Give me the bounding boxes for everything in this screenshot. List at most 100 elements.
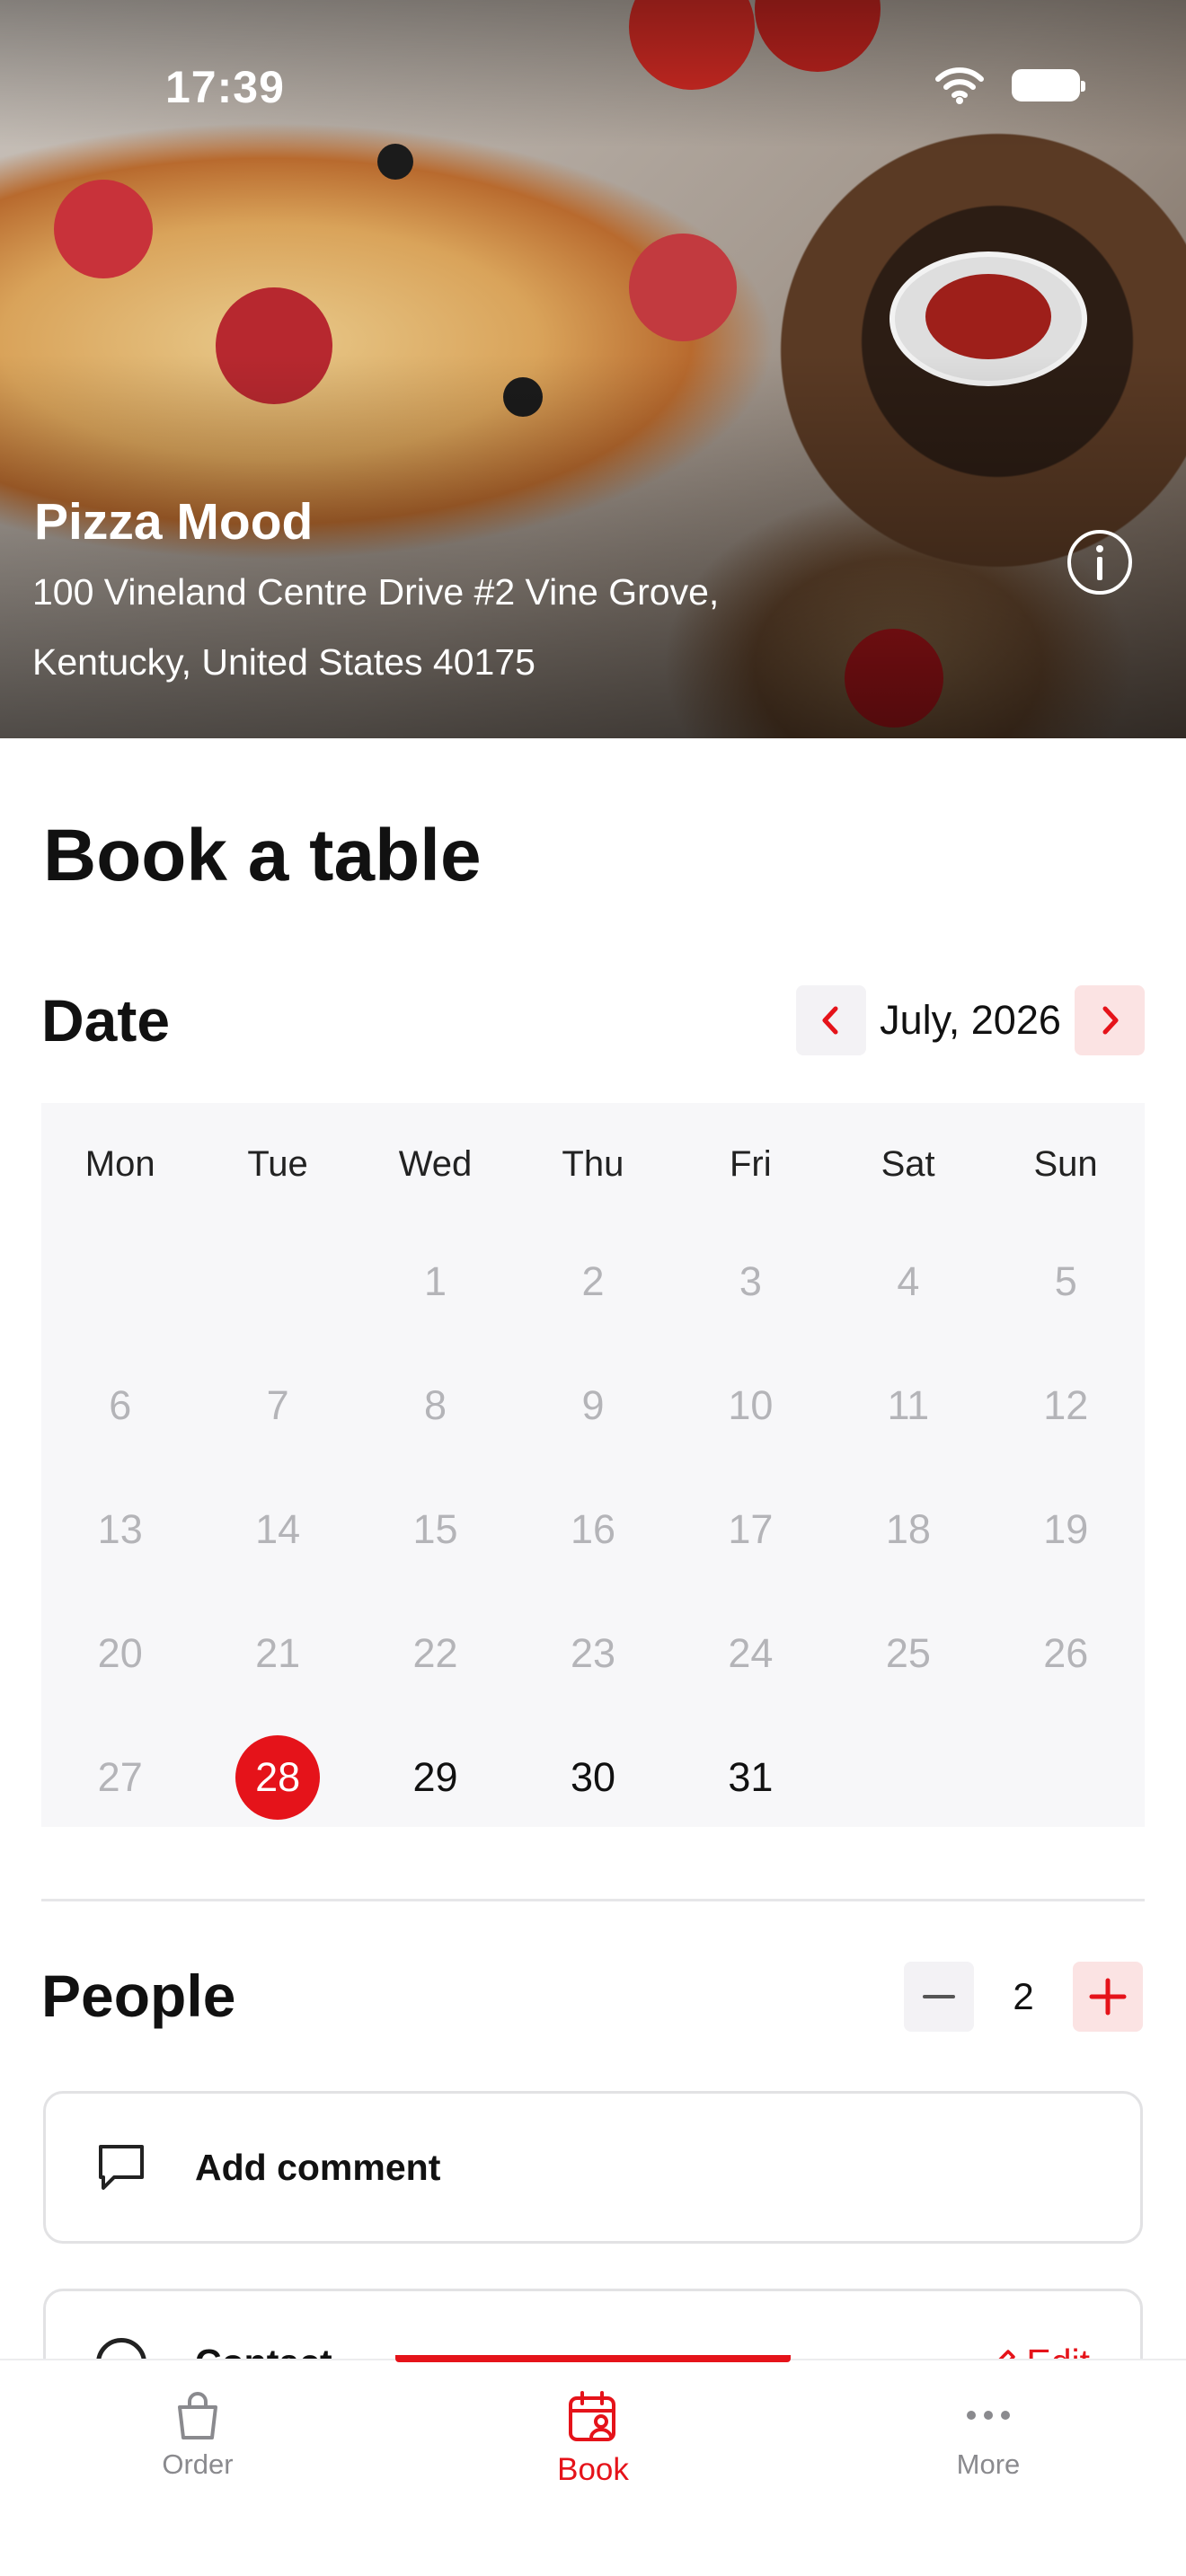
calendar-day: 7 (199, 1344, 356, 1468)
tab-label: Book (557, 2452, 629, 2487)
tab-order[interactable]: Order (0, 2389, 395, 2481)
info-icon (1096, 545, 1103, 580)
day-number: 31 (728, 1754, 774, 1800)
day-number: 4 (897, 1258, 920, 1304)
day-number: 2 (581, 1258, 605, 1304)
weekday-label: Wed (398, 1144, 473, 1184)
more-dots-icon (967, 2411, 1010, 2420)
weekday-label: Fri (729, 1144, 772, 1184)
day-number: 3 (739, 1258, 762, 1304)
day-number: 12 (1043, 1382, 1089, 1428)
day-number: 5 (1054, 1258, 1077, 1304)
day-number (235, 1239, 320, 1324)
calendar-day: 1 (357, 1220, 514, 1344)
month-navigator: July, 2026 (796, 985, 1145, 1055)
weekday-label: Sun (1033, 1144, 1098, 1184)
day-number: 17 (728, 1506, 774, 1552)
calendar-days-grid: 1 2 3 4 5 6 7 8 9 10 11 12 13 14 15 16 17 18 19 20 21 22 23 24 2… (41, 1220, 1145, 1839)
battery-icon (1012, 69, 1085, 101)
calendar-day: 12 (987, 1344, 1145, 1468)
calendar-day: 14 (199, 1468, 356, 1592)
calendar-day: 2 (514, 1220, 671, 1344)
day-number: 8 (424, 1382, 447, 1428)
day-number: 16 (570, 1506, 616, 1552)
day-number: 13 (97, 1506, 143, 1552)
day-number: 22 (412, 1630, 458, 1676)
calendar-day: 18 (829, 1468, 987, 1592)
calendar-day: 4 (829, 1220, 987, 1344)
people-stepper: 2 (904, 1962, 1143, 2032)
calendar-day: 19 (987, 1468, 1145, 1592)
weekday-label: Thu (562, 1144, 624, 1184)
section-divider (41, 1899, 1145, 1901)
day-number: 6 (109, 1382, 132, 1428)
chevron-right-icon (1102, 1006, 1119, 1035)
calendar-day: 25 (829, 1592, 987, 1716)
day-number: 25 (885, 1630, 931, 1676)
day-number: 9 (581, 1382, 605, 1428)
day-number: 29 (412, 1754, 458, 1800)
calendar-weekdays: Mon Tue Wed Thu Fri Sat Sun (41, 1144, 1145, 1185)
tab-book[interactable]: Book (395, 2389, 791, 2488)
calendar-day: 13 (41, 1468, 199, 1592)
status-icons (934, 66, 1085, 104)
calendar-day: 24 (672, 1592, 829, 1716)
calendar-day: 8 (357, 1344, 514, 1468)
calendar-day: 21 (199, 1592, 356, 1716)
calendar-day[interactable]: 29 (357, 1716, 514, 1839)
calendar-day: 3 (672, 1220, 829, 1344)
wifi-icon (935, 67, 984, 104)
status-time: 17:39 (165, 62, 285, 112)
calendar-day: 11 (829, 1344, 987, 1468)
minus-icon (923, 1995, 955, 1998)
decrease-people-button[interactable] (904, 1962, 974, 2032)
plus-icon (1089, 1978, 1127, 2016)
calendar-person-icon (569, 2391, 615, 2441)
restaurant-address: 100 Vineland Centre Drive #2 Vine Grove,… (32, 571, 720, 683)
day-number: 7 (266, 1382, 289, 1428)
people-section-title: People (41, 1963, 236, 2029)
day-number: 27 (97, 1754, 143, 1800)
people-count: 2 (1013, 1975, 1034, 2017)
page-title: Book a table (43, 815, 482, 896)
calendar-day-selected[interactable]: 28 (199, 1716, 356, 1839)
calendar-day: 10 (672, 1344, 829, 1468)
day-number: 26 (1043, 1630, 1089, 1676)
day-number: 19 (1043, 1506, 1089, 1552)
previous-month-button[interactable] (796, 985, 866, 1055)
active-tab-indicator (395, 2355, 791, 2362)
comment-icon (99, 2145, 144, 2190)
day-number: 1 (424, 1258, 447, 1304)
calendar-day: 27 (41, 1716, 199, 1839)
tab-label: Order (162, 2448, 234, 2480)
calendar-day[interactable]: 30 (514, 1716, 671, 1839)
calendar-day: 9 (514, 1344, 671, 1468)
month-label: July, 2026 (880, 997, 1061, 1043)
calendar-day: 20 (41, 1592, 199, 1716)
bag-icon (178, 2392, 217, 2439)
day-number (78, 1239, 163, 1324)
add-comment-button[interactable]: Add comment (43, 2091, 1143, 2244)
weekday-label: Sat (881, 1144, 935, 1184)
calendar-empty-cell (41, 1220, 199, 1344)
day-number: 30 (570, 1754, 616, 1800)
restaurant-name: Pizza Mood (34, 493, 314, 551)
weekday-label: Tue (247, 1144, 308, 1184)
info-button[interactable] (1067, 530, 1132, 595)
calendar-day[interactable]: 31 (672, 1716, 829, 1839)
add-comment-label: Add comment (195, 2146, 441, 2188)
increase-people-button[interactable] (1073, 1962, 1143, 2032)
calendar-day: 22 (357, 1592, 514, 1716)
day-number: 14 (255, 1506, 301, 1552)
day-number: 10 (728, 1382, 774, 1428)
day-number: 18 (885, 1506, 931, 1552)
calendar: Mon Tue Wed Thu Fri Sat Sun 1 2 3 4 5 6 7 8 9 10 1… (41, 1103, 1145, 1827)
day-number: 11 (887, 1382, 930, 1428)
calendar-day: 23 (514, 1592, 671, 1716)
calendar-day: 26 (987, 1592, 1145, 1716)
day-number: 20 (97, 1630, 143, 1676)
calendar-empty-cell (199, 1220, 356, 1344)
tab-more[interactable]: More (791, 2389, 1186, 2481)
next-month-button[interactable] (1075, 985, 1145, 1055)
chevron-left-icon (822, 1006, 838, 1035)
